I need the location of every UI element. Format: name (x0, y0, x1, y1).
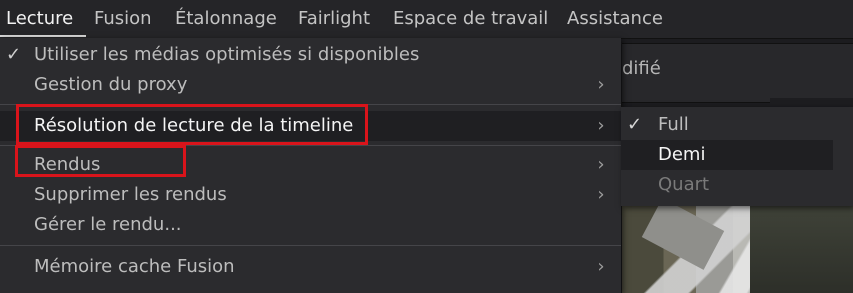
menu-item-label: Gérer le rendu... (34, 214, 182, 235)
highlight-box-resolution (16, 104, 368, 145)
chevron-right-icon: › (597, 115, 605, 136)
chevron-right-icon: › (597, 256, 605, 277)
menu-item-fusion-cache[interactable]: Mémoire cache Fusion › (0, 252, 621, 282)
background-partial-text: difié (622, 58, 661, 79)
viewer-preview-image (622, 198, 853, 293)
check-icon: ✓ (6, 44, 22, 65)
menu-fusion[interactable]: Fusion (94, 0, 152, 38)
menu-item-delete-renders[interactable]: Supprimer les rendus › (0, 180, 621, 210)
submenu-item-label: Full (658, 114, 689, 135)
menu-item-label: Mémoire cache Fusion (34, 256, 235, 277)
resolution-submenu: ✓ Full Demi Quart (621, 107, 853, 206)
menu-etalonnage[interactable]: Étalonnage (175, 0, 277, 38)
menu-bar: Lecture Fusion Étalonnage Fairlight Espa… (0, 0, 853, 39)
submenu-item-demi[interactable]: Demi (621, 140, 833, 170)
menu-item-label: Supprimer les rendus (34, 184, 227, 205)
menu-item-use-optimized-media[interactable]: ✓ Utiliser les médias optimisés si dispo… (0, 40, 621, 70)
active-menu-underline (0, 35, 86, 37)
chevron-right-icon: › (597, 154, 605, 175)
menu-lecture[interactable]: Lecture (6, 0, 73, 38)
chevron-right-icon: › (597, 184, 605, 205)
submenu-item-label: Quart (658, 174, 710, 195)
submenu-item-label: Demi (658, 144, 706, 165)
menu-item-label: Gestion du proxy (34, 74, 188, 95)
menu-fairlight[interactable]: Fairlight (298, 0, 370, 38)
menu-espace-de-travail[interactable]: Espace de travail (393, 0, 548, 38)
menu-item-manage-render[interactable]: Gérer le rendu... (0, 210, 621, 240)
submenu-item-full[interactable]: ✓ Full (621, 110, 833, 140)
menu-item-proxy-management[interactable]: Gestion du proxy › (0, 70, 621, 100)
menu-assistance[interactable]: Assistance (567, 0, 663, 38)
preview-detail (641, 198, 725, 270)
check-icon: ✓ (627, 114, 643, 135)
preview-detail (750, 206, 853, 293)
submenu-item-quart[interactable]: Quart (621, 170, 833, 200)
highlight-box-renders (15, 145, 186, 177)
menu-item-label: Utiliser les médias optimisés si disponi… (34, 44, 420, 65)
chevron-right-icon: › (597, 74, 605, 95)
menu-separator (0, 245, 621, 246)
